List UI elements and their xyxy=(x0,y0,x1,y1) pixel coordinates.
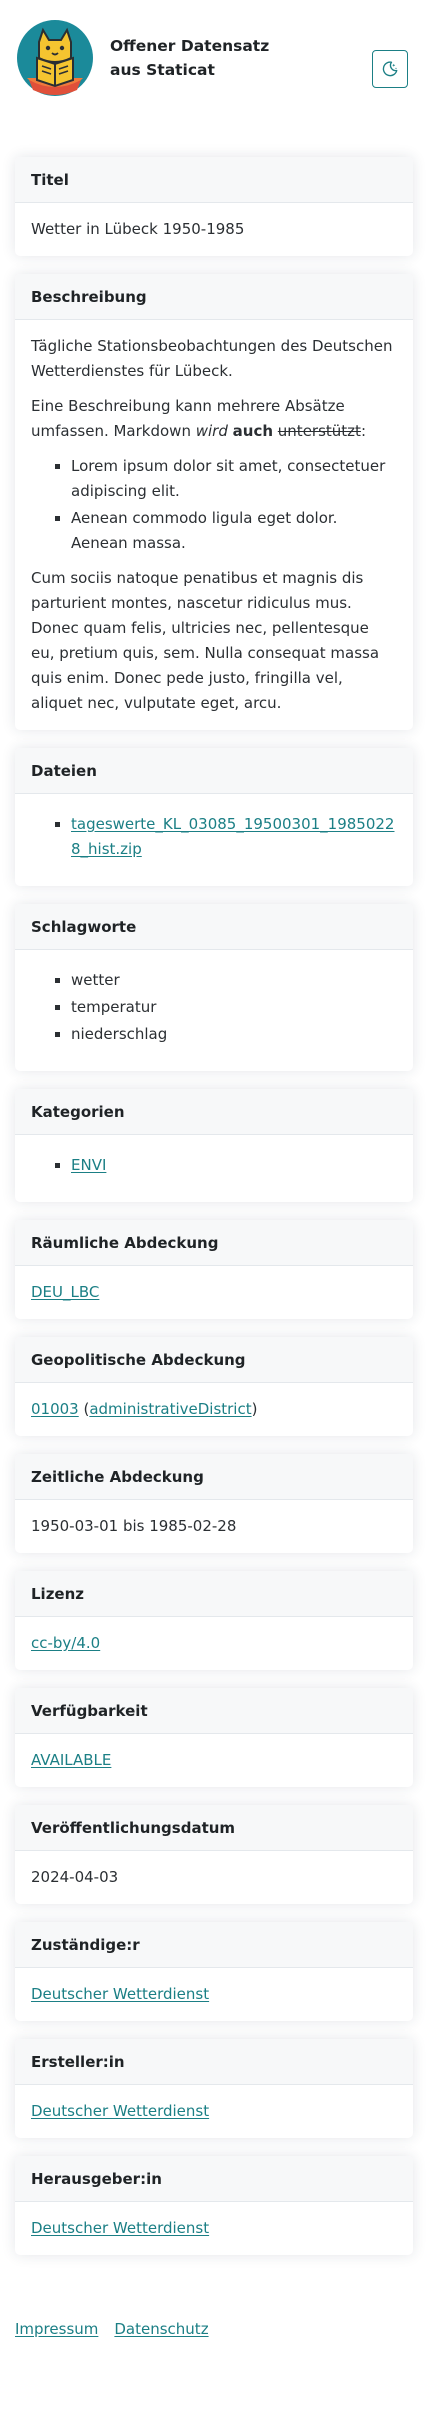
file-download-link[interactable]: tageswerte_KL_03085_19500301_19850228_hi… xyxy=(71,815,394,858)
list-item: niederschlag xyxy=(55,1022,397,1047)
card-veroeffentlichungsdatum: Veröffentlichungsdatum 2024-04-03 xyxy=(15,1805,413,1904)
card-heading: Beschreibung xyxy=(15,274,413,320)
card-heading: Herausgeber:in xyxy=(15,2156,413,2202)
paren-close: ) xyxy=(251,1400,258,1418)
paren-open: ( xyxy=(78,1400,90,1418)
datenschutz-link[interactable]: Datenschutz xyxy=(114,2317,208,2341)
list-item: ENVI xyxy=(55,1153,397,1178)
description-strong: auch xyxy=(232,422,274,440)
card-kategorien: Kategorien ENVI xyxy=(15,1089,413,1202)
theme-toggle-button[interactable] xyxy=(372,50,408,88)
site-title: Offener Datensatz aus Staticat xyxy=(110,34,269,82)
card-heading: Titel xyxy=(15,157,413,203)
description-paragraph: Eine Beschreibung kann mehrere Absätze u… xyxy=(31,394,397,444)
description-paragraph: Tägliche Stationsbeobachtungen des Deuts… xyxy=(31,337,393,380)
dataset-title-value: Wetter in Lübeck 1950-1985 xyxy=(31,220,245,238)
site-title-line-1: Offener Datensatz xyxy=(110,36,270,55)
creator-link[interactable]: Deutscher Wetterdienst xyxy=(31,2102,209,2120)
card-geopolitische-abdeckung: Geopolitische Abdeckung 01003 (administr… xyxy=(15,1337,413,1436)
card-heading: Veröffentlichungsdatum xyxy=(15,1805,413,1851)
card-heading: Zeitliche Abdeckung xyxy=(15,1454,413,1500)
card-heading: Dateien xyxy=(15,748,413,794)
publisher-link[interactable]: Deutscher Wetterdienst xyxy=(31,2219,209,2237)
moon-stars-icon xyxy=(382,61,398,77)
card-heading: Schlagworte xyxy=(15,904,413,950)
card-heading: Zuständige:r xyxy=(15,1922,413,1968)
list-item: temperatur xyxy=(55,995,397,1020)
site-footer: Impressum Datenschutz xyxy=(0,2273,428,2361)
description-text: : xyxy=(360,422,366,440)
availability-link[interactable]: AVAILABLE xyxy=(31,1751,111,1769)
list-item: Aenean commodo ligula eget dolor. Aenean… xyxy=(55,506,397,556)
cat-reading-book-logo-icon xyxy=(17,19,93,96)
geopolitical-level-link[interactable]: administrativeDistrict xyxy=(89,1400,251,1418)
license-link[interactable]: cc-by/4.0 xyxy=(31,1634,100,1652)
list-item: Lorem ipsum dolor sit amet, consectetuer… xyxy=(55,454,397,504)
card-heading: Räumliche Abdeckung xyxy=(15,1220,413,1266)
description-strikethrough: unterstützt xyxy=(277,422,361,440)
card-heading: Geopolitische Abdeckung xyxy=(15,1337,413,1383)
card-herausgeber: Herausgeber:in Deutscher Wetterdienst xyxy=(15,2156,413,2255)
impressum-link[interactable]: Impressum xyxy=(15,2317,98,2341)
dataset-details: Titel Wetter in Lübeck 1950-1985 Beschre… xyxy=(0,115,428,2255)
description-paragraph: Cum sociis natoque penatibus et magnis d… xyxy=(31,569,380,712)
description-list: Lorem ipsum dolor sit amet, consectetuer… xyxy=(31,454,397,556)
card-heading: Verfügbarkeit xyxy=(15,1688,413,1734)
card-ersteller: Ersteller:in Deutscher Wetterdienst xyxy=(15,2039,413,2138)
geopolitical-code-link[interactable]: 01003 xyxy=(31,1400,79,1418)
card-zustaendig: Zuständige:r Deutscher Wetterdienst xyxy=(15,1922,413,2021)
card-raeumliche-abdeckung: Räumliche Abdeckung DEU_LBC xyxy=(15,1220,413,1319)
temporal-coverage-value: 1950-03-01 bis 1985-02-28 xyxy=(31,1517,237,1535)
card-dateien: Dateien tageswerte_KL_03085_19500301_198… xyxy=(15,748,413,886)
maintainer-link[interactable]: Deutscher Wetterdienst xyxy=(31,1985,209,2003)
card-zeitliche-abdeckung: Zeitliche Abdeckung 1950-03-01 bis 1985-… xyxy=(15,1454,413,1553)
description-emphasis: wird xyxy=(195,422,228,440)
list-item: tageswerte_KL_03085_19500301_19850228_hi… xyxy=(55,812,397,862)
card-schlagworte: Schlagworte wetter temperatur niederschl… xyxy=(15,904,413,1071)
site-header: Offener Datensatz aus Staticat xyxy=(0,0,428,115)
publication-date-value: 2024-04-03 xyxy=(31,1868,119,1886)
card-titel: Titel Wetter in Lübeck 1950-1985 xyxy=(15,157,413,256)
spatial-coverage-link[interactable]: DEU_LBC xyxy=(31,1283,99,1301)
card-heading: Ersteller:in xyxy=(15,2039,413,2085)
card-heading: Lizenz xyxy=(15,1571,413,1617)
list-item: wetter xyxy=(55,968,397,993)
card-beschreibung: Beschreibung Tägliche Stationsbeobachtun… xyxy=(15,274,413,730)
card-heading: Kategorien xyxy=(15,1089,413,1135)
keyword-list: wetter temperatur niederschlag xyxy=(31,968,397,1047)
card-lizenz: Lizenz cc-by/4.0 xyxy=(15,1571,413,1670)
category-link[interactable]: ENVI xyxy=(71,1156,106,1174)
category-list: ENVI xyxy=(31,1153,397,1178)
file-list: tageswerte_KL_03085_19500301_19850228_hi… xyxy=(31,812,397,862)
site-title-line-2: aus Staticat xyxy=(110,60,215,79)
card-verfuegbarkeit: Verfügbarkeit AVAILABLE xyxy=(15,1688,413,1787)
